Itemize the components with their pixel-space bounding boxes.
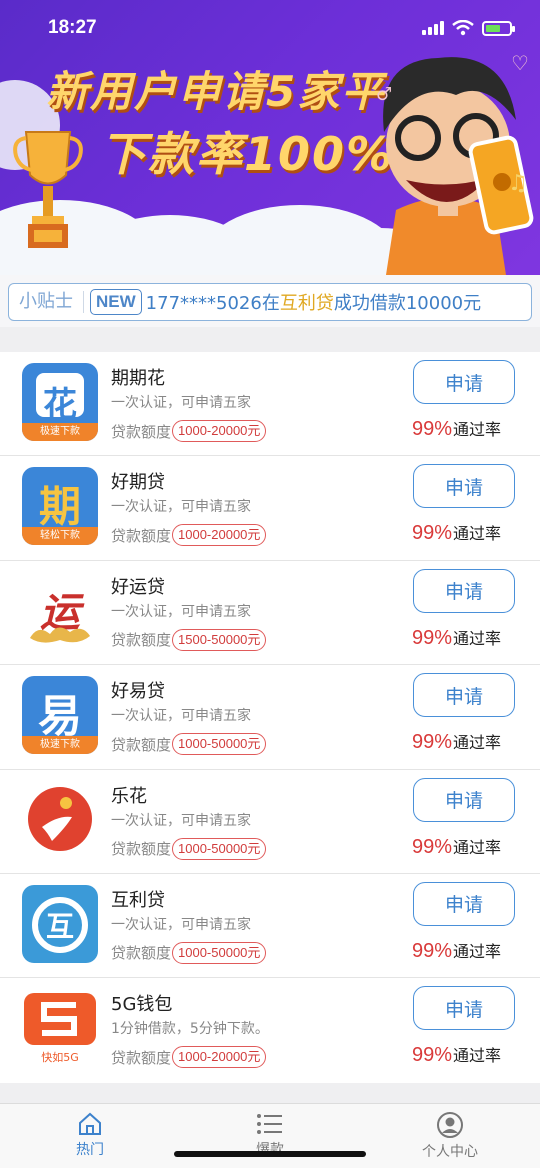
- tab-label: 个人中心: [422, 1144, 478, 1160]
- amount-row: 贷款额度 1000-50000元: [111, 733, 267, 756]
- mascot-illustration: ♂ ♡ ♫: [376, 51, 534, 275]
- pass-rate: 99% 通过率: [412, 731, 502, 754]
- list-item[interactable]: 快如5G 5G钱包 1分钟借款，5分钟下款。 贷款额度 1000-20000元 申…: [0, 978, 540, 1082]
- amount-badge: 1000-20000元: [172, 1046, 267, 1069]
- list-item[interactable]: 期 轻松下款 好期贷 一次认证，可申请五家 贷款额度 1000-20000元 申请…: [0, 456, 540, 561]
- wifi-icon: [452, 20, 474, 36]
- amount-badge: 1000-50000元: [172, 941, 267, 964]
- pass-rate: 99% 通过率: [412, 1044, 502, 1067]
- list-item[interactable]: 乐花 一次认证，可申请五家 贷款额度 1000-50000元 申请 99% 通过率: [0, 770, 540, 874]
- list-icon: [257, 1114, 282, 1134]
- signal-icon: [422, 21, 444, 35]
- list-item[interactable]: 易 极速下款 好易贷 一次认证，可申请五家 贷款额度 1000-50000元 申请…: [0, 665, 540, 770]
- product-name: 乐花: [111, 785, 147, 807]
- status-bar: 18:27: [0, 0, 540, 56]
- haoyidai-logo: 易 极速下款: [22, 676, 98, 755]
- tip-marquee[interactable]: 小贴士 NEW 177****5026在互利贷成功借款10000元: [8, 283, 532, 321]
- hulidai-logo: 互: [22, 884, 98, 963]
- amount-badge: 1000-20000元: [172, 524, 267, 547]
- svg-text:♂: ♂: [376, 84, 392, 105]
- product-name: 好运贷: [111, 576, 165, 598]
- product-desc: 一次认证，可申请五家: [111, 708, 251, 725]
- tip-section: 小贴士 NEW 177****5026在互利贷成功借款10000元: [0, 275, 540, 327]
- list-item[interactable]: 花 极速下款 期期花 一次认证，可申请五家 贷款额度 1000-20000元 申请…: [0, 352, 540, 457]
- tip-label: 小贴士: [9, 291, 84, 313]
- apply-button[interactable]: 申请: [413, 360, 515, 404]
- amount-badge: 1000-50000元: [172, 837, 267, 860]
- new-badge: NEW: [90, 289, 142, 315]
- lehua-logo: [22, 780, 98, 859]
- trophy-icon: [13, 131, 83, 248]
- tab-label: 热门: [76, 1142, 104, 1158]
- loan-product-list: 花 极速下款 期期花 一次认证，可申请五家 贷款额度 1000-20000元 申请…: [0, 352, 540, 1083]
- tip-message: 177****5026在互利贷成功借款10000元: [145, 293, 482, 314]
- amount-badge: 1000-20000元: [172, 420, 267, 442]
- qiqihua-logo: 花 极速下款: [22, 363, 98, 441]
- pass-rate: 99% 通过率: [412, 939, 502, 962]
- pass-rate: 99% 通过率: [412, 522, 502, 545]
- product-name: 好易贷: [111, 681, 165, 703]
- apply-button[interactable]: 申请: [413, 673, 515, 718]
- list-item[interactable]: 运 好运贷 一次认证，可申请五家 贷款额度 1500-50000元 申请 99% 通…: [0, 561, 540, 666]
- user-icon: [437, 1112, 463, 1138]
- list-item[interactable]: 互 互利贷 一次认证，可申请五家 贷款额度 1000-50000元 申请 99% 通…: [0, 874, 540, 979]
- product-name: 好期贷: [111, 472, 165, 494]
- battery-icon: [482, 20, 515, 36]
- promo-banner[interactable]: 18:27 新用户申请5家平台 下款率100%! ♂ ♡ ♫: [0, 0, 540, 275]
- apply-button[interactable]: 申请: [413, 568, 515, 613]
- product-desc: 一次认证，可申请五家: [111, 812, 251, 829]
- amount-row: 贷款额度 1000-20000元: [111, 524, 267, 547]
- amount-row: 贷款额度 1000-20000元: [111, 420, 267, 442]
- product-name: 5G钱包: [111, 994, 173, 1016]
- home-icon: [79, 1112, 101, 1135]
- tab-hot[interactable]: 热门: [30, 1112, 150, 1159]
- pass-rate: 99% 通过率: [412, 626, 502, 649]
- amount-row: 贷款额度 1000-50000元: [111, 837, 267, 860]
- haoqidai-logo: 期 轻松下款: [22, 467, 98, 546]
- apply-button[interactable]: 申请: [413, 986, 515, 1031]
- product-name: 互利贷: [111, 889, 165, 911]
- apply-button[interactable]: 申请: [413, 464, 515, 509]
- apply-button[interactable]: 申请: [413, 881, 515, 926]
- product-desc: 1分钟借款，5分钟下款。: [111, 1021, 269, 1038]
- tab-profile[interactable]: 个人中心: [390, 1112, 510, 1161]
- status-time: 18:27: [48, 17, 97, 38]
- product-desc: 一次认证，可申请五家: [111, 499, 251, 516]
- product-desc: 一次认证，可申请五家: [111, 603, 251, 620]
- product-desc: 一次认证，可申请五家: [111, 916, 251, 933]
- product-name: 期期花: [111, 368, 165, 389]
- amount-row: 贷款额度 1000-50000元: [111, 941, 267, 964]
- amount-row: 贷款额度 1000-20000元: [111, 1046, 267, 1069]
- pass-rate: 99% 通过率: [412, 418, 502, 440]
- amount-row: 贷款额度 1500-50000元: [111, 628, 267, 651]
- status-icons: [422, 20, 515, 36]
- svg-text:♫: ♫: [508, 171, 528, 196]
- 5g-wallet-logo: 快如5G: [22, 989, 98, 1068]
- haoyundai-logo: 运: [22, 571, 98, 650]
- amount-badge: 1500-50000元: [172, 628, 267, 651]
- pass-rate: 99% 通过率: [412, 835, 502, 858]
- product-desc: 一次认证，可申请五家: [111, 395, 251, 411]
- home-indicator: [174, 1151, 366, 1157]
- bottom-tab-bar: 热门 爆款 个人中心: [0, 1103, 540, 1168]
- amount-badge: 1000-50000元: [172, 733, 267, 756]
- apply-button[interactable]: 申请: [413, 777, 515, 822]
